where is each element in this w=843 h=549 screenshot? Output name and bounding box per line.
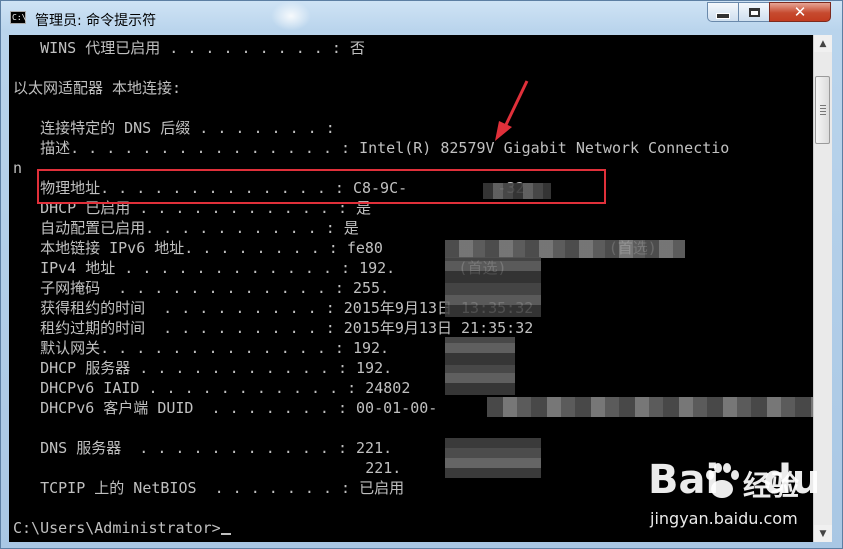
cmd-icon[interactable]: C:\ xyxy=(10,11,26,24)
window-title: 管理员: 命令提示符 xyxy=(35,13,157,29)
scrollbar-thumb[interactable] xyxy=(815,76,830,144)
watermark-url: jingyan.baidu.com xyxy=(650,509,798,528)
close-icon: ✕ xyxy=(793,3,807,21)
minimize-icon xyxy=(716,13,730,19)
close-button[interactable]: ✕ xyxy=(769,2,831,22)
minimize-button[interactable] xyxy=(707,2,739,22)
command-prompt-window: C:\ 管理员: 命令提示符 ✕ WINS 代理已启用 . . . . . . … xyxy=(0,0,843,549)
titlebar-glow-decoration xyxy=(271,1,311,31)
maximize-button[interactable] xyxy=(738,2,770,22)
title-bar[interactable]: C:\ 管理员: 命令提示符 ✕ xyxy=(1,1,843,35)
baidu-paw-logo-icon xyxy=(706,463,739,498)
scroll-up-arrow-icon[interactable]: ▲ xyxy=(814,35,832,52)
maximize-icon xyxy=(748,7,760,17)
baidu-jingyan-watermark: Bai du 经验 jingyan.baidu.com xyxy=(648,457,828,535)
watermark-cn-text: 经验 xyxy=(743,469,800,502)
